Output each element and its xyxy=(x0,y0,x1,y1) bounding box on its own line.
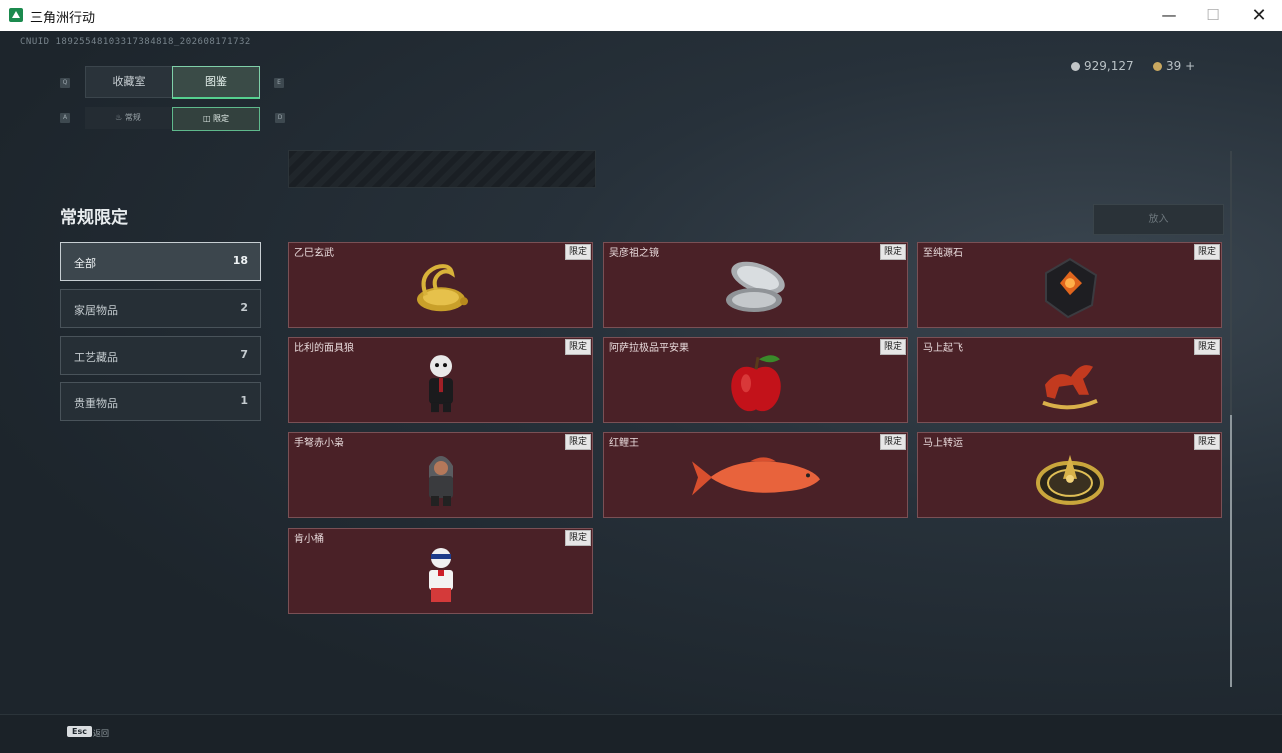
scrollbar-thumb[interactable] xyxy=(1230,415,1232,687)
key-hint-d: D xyxy=(275,113,285,123)
tab-codex[interactable]: 图鉴 xyxy=(172,66,260,99)
item-card[interactable]: 吴彦祖之镜 限定 xyxy=(603,242,908,328)
item-card[interactable]: 肯小桶 限定 xyxy=(288,528,593,614)
item-card[interactable]: 至纯源石 限定 xyxy=(917,242,1222,328)
game-stage: CNUID 18925548103317384818_202608171732 … xyxy=(0,31,1282,753)
subtab-regular-label: 常规 xyxy=(124,113,141,122)
key-hint-a: A xyxy=(60,113,70,123)
limited-badge: 限定 xyxy=(1193,244,1220,260)
window-title: 三角洲行动 xyxy=(30,11,96,26)
item-name: 马上转运 xyxy=(923,438,963,449)
category-all[interactable]: 全部 18 xyxy=(60,242,261,281)
hooded-figure-icon xyxy=(428,456,453,506)
gold-coin-icon xyxy=(1153,62,1162,71)
category-crafts[interactable]: 工艺藏品 7 xyxy=(60,336,261,375)
category-home[interactable]: 家居物品 2 xyxy=(60,289,261,328)
gold-currency[interactable]: 39 + xyxy=(1153,59,1195,73)
colonel-figure-icon xyxy=(428,548,453,602)
red-apple-icon xyxy=(730,355,781,412)
limited-badge: 限定 xyxy=(564,339,591,355)
item-name: 肯小桶 xyxy=(294,534,324,545)
item-card[interactable]: 红鲤王 限定 xyxy=(603,432,908,518)
limited-badge: 限定 xyxy=(879,434,906,450)
puppet-figure-icon xyxy=(428,355,453,413)
item-name: 比利的面具狼 xyxy=(294,343,354,354)
minimize-button[interactable]: — xyxy=(1146,0,1192,31)
key-hint-e: E xyxy=(274,78,284,88)
section-title: 常规限定 xyxy=(60,208,128,228)
category-label: 贵重物品 xyxy=(74,397,118,410)
item-card[interactable]: 阿萨拉极品平安果 限定 xyxy=(603,337,908,423)
subtab-regular[interactable]: ♨ 常规 xyxy=(85,107,171,129)
tab-collection-room[interactable]: 收藏室 xyxy=(85,66,173,98)
golden-turtle-snake-icon xyxy=(416,264,468,312)
category-label: 全部 xyxy=(74,257,96,270)
red-carp-icon xyxy=(691,457,820,496)
window-titlebar: 三角洲行动 — ☐ ✕ xyxy=(0,0,1282,32)
close-button[interactable]: ✕ xyxy=(1236,0,1282,31)
limited-badge: 限定 xyxy=(1193,339,1220,355)
category-count: 2 xyxy=(240,301,248,314)
user-uid: CNUID 18925548103317384818_202608171732 xyxy=(20,37,251,47)
limited-badge: 限定 xyxy=(564,244,591,260)
regular-icon: ♨ xyxy=(115,113,123,122)
limited-badge: 限定 xyxy=(1193,434,1220,450)
gold-amount: 39 + xyxy=(1166,59,1196,73)
subtab-limited-label: 限定 xyxy=(213,114,230,123)
silver-amount: 929,127 xyxy=(1084,59,1134,73)
search-box[interactable] xyxy=(288,150,596,188)
limited-badge: 限定 xyxy=(879,244,906,260)
limited-badge: 限定 xyxy=(564,434,591,450)
item-card[interactable]: 比利的面具狼 限定 xyxy=(288,337,593,423)
item-card[interactable]: 乙巳玄武 限定 xyxy=(288,242,593,328)
category-valuables[interactable]: 贵重物品 1 xyxy=(60,382,261,421)
subtab-limited[interactable]: ◫ 限定 xyxy=(172,107,260,131)
item-name: 马上起飞 xyxy=(923,343,963,354)
item-card[interactable]: 马上起飞 限定 xyxy=(917,337,1222,423)
category-count: 18 xyxy=(232,254,248,267)
item-name: 吴彦祖之镜 xyxy=(609,248,659,259)
item-name: 红鲤王 xyxy=(609,438,639,449)
item-card[interactable]: 马上转运 限定 xyxy=(917,432,1222,518)
category-label: 家居物品 xyxy=(74,304,118,317)
category-label: 工艺藏品 xyxy=(74,351,118,364)
silver-coin-icon xyxy=(1071,62,1080,71)
category-count: 7 xyxy=(240,348,248,361)
dark-crystal-icon xyxy=(1044,257,1097,319)
limited-badge: 限定 xyxy=(879,339,906,355)
back-label[interactable]: 返回 xyxy=(93,728,109,739)
footer-bar: Esc 返回 xyxy=(0,714,1282,753)
esc-key-hint[interactable]: Esc xyxy=(67,726,92,737)
item-name: 阿萨拉极品平安果 xyxy=(609,343,689,354)
put-in-button[interactable]: 放入 xyxy=(1093,204,1224,235)
maximize-button[interactable]: ☐ xyxy=(1190,0,1236,31)
red-horse-icon xyxy=(1041,365,1098,410)
category-count: 1 xyxy=(240,394,248,407)
item-name: 手弩赤小枭 xyxy=(294,438,344,449)
key-hint-q: Q xyxy=(60,78,70,88)
limited-badge: 限定 xyxy=(564,530,591,546)
golden-compass-icon xyxy=(1035,454,1104,505)
item-name: 乙巳玄武 xyxy=(294,248,334,259)
silver-compact-mirror-icon xyxy=(725,261,785,312)
item-card[interactable]: 手弩赤小枭 限定 xyxy=(288,432,593,518)
silver-currency: 929,127 xyxy=(1071,59,1134,73)
app-logo-icon xyxy=(9,8,23,22)
item-name: 至纯源石 xyxy=(923,248,963,259)
limited-icon: ◫ xyxy=(202,114,211,123)
